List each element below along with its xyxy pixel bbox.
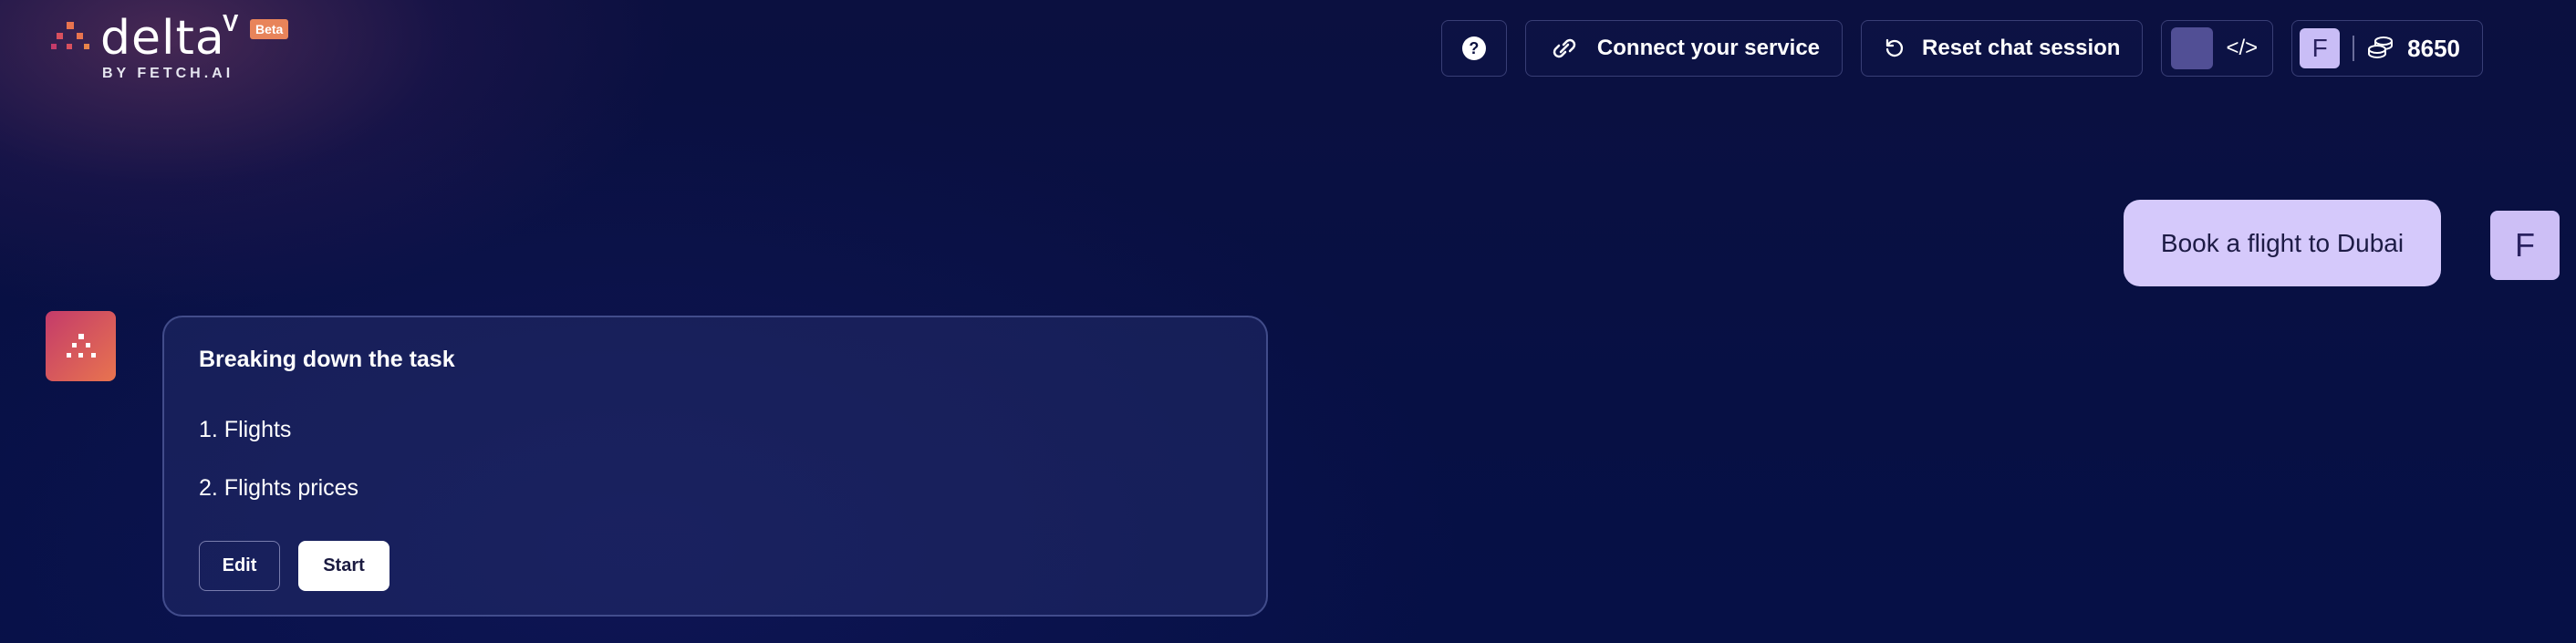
undo-icon [1885,38,1904,57]
fetch-dots-icon [66,333,96,358]
logo[interactable]: delta V Beta BY FETCH.AI [51,9,306,84]
agent-avatar [46,311,116,381]
developer-toggle[interactable]: </> [2161,20,2274,77]
beta-badge: Beta [250,19,289,39]
reset-chat-button[interactable]: Reset chat session [1861,20,2144,77]
credits-count: 8650 [2407,34,2460,62]
question-circle-icon: ? [1461,36,1486,60]
task-breakdown-card: Breaking down the task 1. Flights 2. Fli… [162,316,1268,617]
divider [2353,36,2355,61]
user-avatar: F [2490,211,2560,280]
card-actions: Edit Start [199,541,390,591]
help-button[interactable]: ? [1440,20,1507,77]
user-avatar-small[interactable]: F [2300,28,2341,68]
brand-name: delta [100,11,225,66]
link-icon [1553,38,1576,58]
task-item: 1. Flights [199,417,292,442]
brand-byline: BY FETCH.AI [102,66,234,81]
task-item: 2. Flights prices [199,475,359,501]
user-message-bubble: Book a flight to Dubai [2124,200,2441,286]
reset-chat-label: Reset chat session [1922,36,2121,60]
coins-stack-icon [2368,36,2394,59]
start-button[interactable]: Start [298,541,390,591]
connect-service-label: Connect your service [1596,36,1821,60]
account-credits[interactable]: F 8650 [2291,20,2483,77]
brand-superscript: V [223,9,239,36]
edit-button[interactable]: Edit [199,541,280,591]
connect-service-button[interactable]: Connect your service [1524,20,1844,77]
fetch-dots-logo [51,22,89,49]
card-title: Breaking down the task [199,347,455,372]
top-toolbar: ? Connect your service Reset chat sessio… [1440,20,2483,77]
code-brackets-icon[interactable]: </> [2226,36,2258,61]
toggle-swatch[interactable] [2171,27,2214,69]
